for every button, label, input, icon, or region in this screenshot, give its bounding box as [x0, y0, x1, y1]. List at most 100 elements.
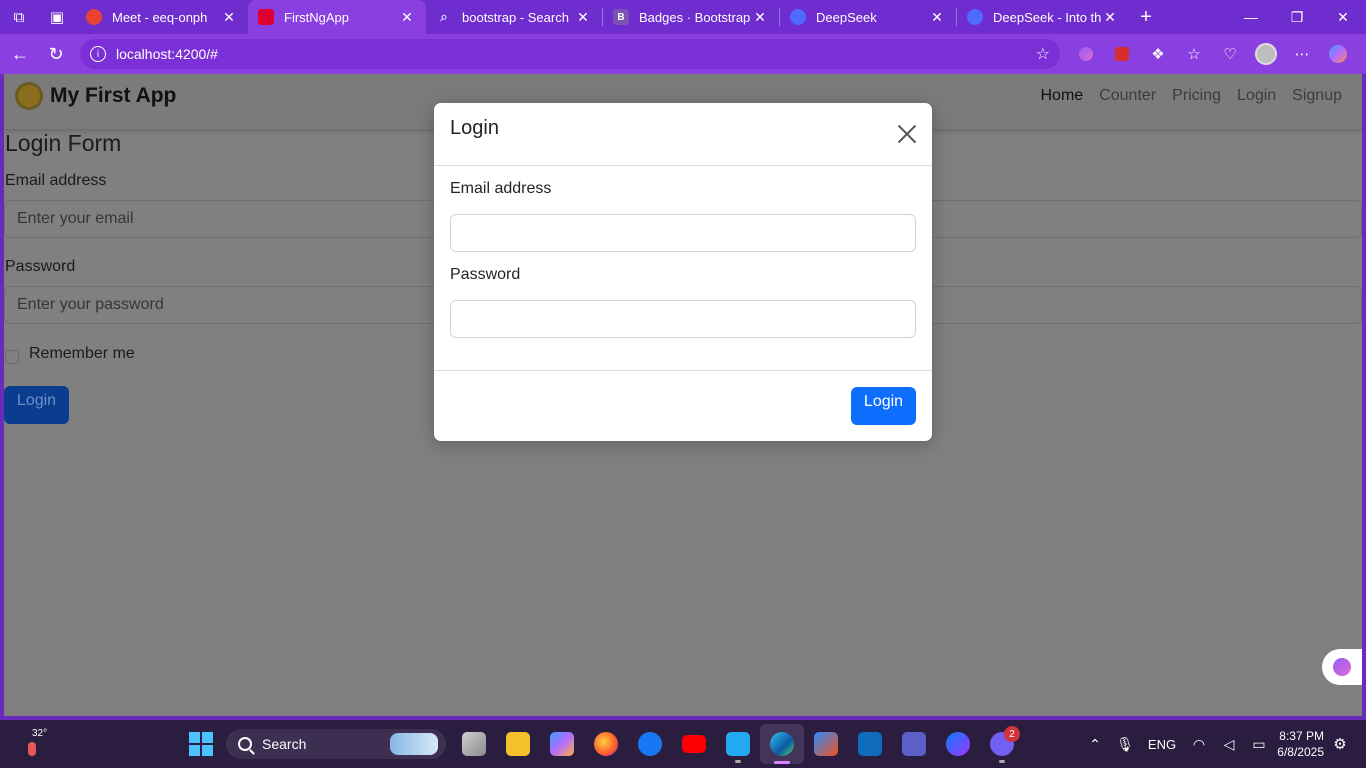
viber-badge: 2	[1004, 726, 1020, 742]
copilot-sidebar-bubble[interactable]	[1322, 649, 1362, 685]
refresh-icon[interactable]: ↻	[38, 34, 74, 74]
red-extension-icon[interactable]	[1104, 34, 1140, 74]
taskbar: 32° Search 2 ⌃ 🎙︎ ENG ◠ ◁ ▭ 8:37 PM 6/8/…	[0, 720, 1366, 768]
site-info-icon[interactable]: i	[90, 46, 106, 62]
search-favicon-icon: ⌕	[440, 9, 448, 24]
profile-avatar[interactable]	[1248, 34, 1284, 74]
new-tab-button[interactable]: +	[1129, 6, 1163, 29]
meet-favicon-icon	[86, 9, 102, 25]
file-explorer-icon[interactable]	[496, 724, 540, 764]
viber-icon[interactable]: 2	[980, 724, 1024, 764]
password-label: Password	[5, 258, 76, 275]
notifications-icon[interactable]: ⚙	[1330, 734, 1350, 754]
close-tab-icon[interactable]: ✕	[751, 9, 769, 26]
email-label: Email address	[5, 172, 107, 189]
window-controls: — ❐ ✕	[1228, 0, 1366, 34]
minimize-icon[interactable]: —	[1228, 0, 1274, 34]
language-indicator[interactable]: ENG	[1140, 737, 1184, 752]
nav-link-home[interactable]: Home	[1041, 87, 1084, 105]
performance-icon[interactable]: ♡	[1212, 34, 1248, 74]
vscode-icon[interactable]	[716, 724, 760, 764]
thermometer-icon	[28, 742, 36, 756]
firefox-icon[interactable]	[584, 724, 628, 764]
search-icon	[238, 737, 252, 751]
bootstrap-favicon-icon: B	[613, 9, 629, 25]
tab-title: Badges · Bootstrap v5	[639, 9, 751, 25]
back-icon[interactable]: ←	[2, 34, 38, 74]
close-tab-icon[interactable]: ✕	[1101, 9, 1119, 26]
close-tab-icon[interactable]: ✕	[928, 9, 946, 26]
tab-deepseek[interactable]: DeepSeek ✕	[780, 0, 956, 34]
close-window-icon[interactable]: ✕	[1320, 0, 1366, 34]
close-tab-icon[interactable]: ✕	[220, 9, 238, 26]
email-input[interactable]	[450, 214, 916, 252]
search-highlight-image	[390, 733, 438, 755]
windows-start-icon[interactable]	[189, 732, 213, 756]
brand[interactable]: My First App	[18, 84, 176, 108]
teams-icon[interactable]	[892, 724, 936, 764]
edge-icon[interactable]	[760, 724, 804, 764]
copilot-app-icon[interactable]	[540, 724, 584, 764]
search-label: Search	[262, 736, 307, 752]
close-tab-icon[interactable]: ✕	[574, 9, 592, 26]
youtube-icon[interactable]	[672, 724, 716, 764]
modal-body: Email address Password	[434, 166, 932, 371]
sun-logo-icon	[18, 85, 40, 107]
favorite-star-icon[interactable]: ☆	[1036, 44, 1050, 64]
temperature: 32°	[32, 728, 48, 739]
angular-favicon-icon	[258, 9, 274, 25]
tab-title: Meet - eeq-onph	[112, 9, 208, 25]
nav-link-counter[interactable]: Counter	[1099, 87, 1156, 105]
tab-badges-bootstrap[interactable]: B Badges · Bootstrap v5 ✕	[603, 0, 779, 34]
address-text[interactable]: localhost:4200/#	[116, 46, 218, 62]
tab-title: bootstrap - Search	[462, 9, 569, 25]
nav-link-login[interactable]: Login	[1237, 87, 1276, 105]
page-title: Login Form	[5, 130, 122, 156]
tab-deepseek-2[interactable]: DeepSeek - Into the U ✕	[957, 0, 1129, 34]
more-options-icon[interactable]: ⋯	[1284, 34, 1320, 74]
tab-title: DeepSeek	[816, 9, 877, 25]
tab-meet[interactable]: Meet - eeq-onph ✕	[76, 0, 248, 34]
copilot-extension-icon[interactable]	[1068, 34, 1104, 74]
extensions-row: ❖ ☆ ♡ ⋯	[1068, 34, 1356, 74]
wifi-icon[interactable]: ◠	[1184, 720, 1214, 768]
extensions-puzzle-icon[interactable]: ❖	[1140, 34, 1176, 74]
modal-header: Login	[434, 103, 932, 166]
modal-footer: Login	[434, 371, 932, 441]
deepseek-favicon-icon	[790, 9, 806, 25]
volume-icon[interactable]: ◁	[1214, 720, 1244, 768]
workspaces-icon[interactable]: ⧉	[0, 0, 38, 34]
facebook-icon[interactable]	[628, 724, 672, 764]
tab-bootstrap-search[interactable]: ⌕ bootstrap - Search ✕	[426, 0, 602, 34]
copilot-icon[interactable]	[1320, 34, 1356, 74]
deepseek-favicon-icon	[967, 9, 983, 25]
tab-firstngapp[interactable]: FirstNgApp ✕	[248, 0, 426, 34]
weather-widget[interactable]: 32°	[20, 728, 54, 760]
close-tab-icon[interactable]: ✕	[398, 9, 416, 26]
vertical-tabs-icon[interactable]: ▣	[38, 0, 76, 34]
task-view-icon[interactable]	[452, 724, 496, 764]
remember-me-row: Remember me	[5, 344, 135, 364]
restore-icon[interactable]: ❐	[1274, 0, 1320, 34]
brand-name: My First App	[50, 84, 177, 107]
password-input[interactable]	[450, 300, 916, 338]
system-tray: ⌃ 🎙︎ ENG ◠ ◁ ▭	[1080, 720, 1274, 768]
close-icon[interactable]	[896, 123, 918, 145]
background-login-button: Login	[4, 386, 69, 424]
store-icon[interactable]	[804, 724, 848, 764]
modal-title: Login	[450, 117, 499, 139]
login-button[interactable]: Login	[851, 387, 916, 425]
outlook-icon[interactable]	[848, 724, 892, 764]
messenger-icon[interactable]	[936, 724, 980, 764]
microphone-icon[interactable]: 🎙︎	[1110, 720, 1140, 768]
clock[interactable]: 8:37 PM 6/8/2025	[1268, 728, 1324, 760]
email-placeholder: Enter your email	[17, 210, 134, 227]
tab-title: DeepSeek - Into the U	[993, 9, 1101, 25]
favorites-icon[interactable]: ☆	[1176, 34, 1212, 74]
nav-link-pricing[interactable]: Pricing	[1172, 87, 1221, 105]
chevron-up-icon[interactable]: ⌃	[1080, 720, 1110, 768]
address-bar[interactable]: i localhost:4200/# ☆	[80, 39, 1060, 69]
taskbar-search[interactable]: Search	[226, 729, 446, 759]
nav-link-signup[interactable]: Signup	[1292, 87, 1342, 105]
clock-time: 8:37 PM	[1279, 729, 1324, 743]
